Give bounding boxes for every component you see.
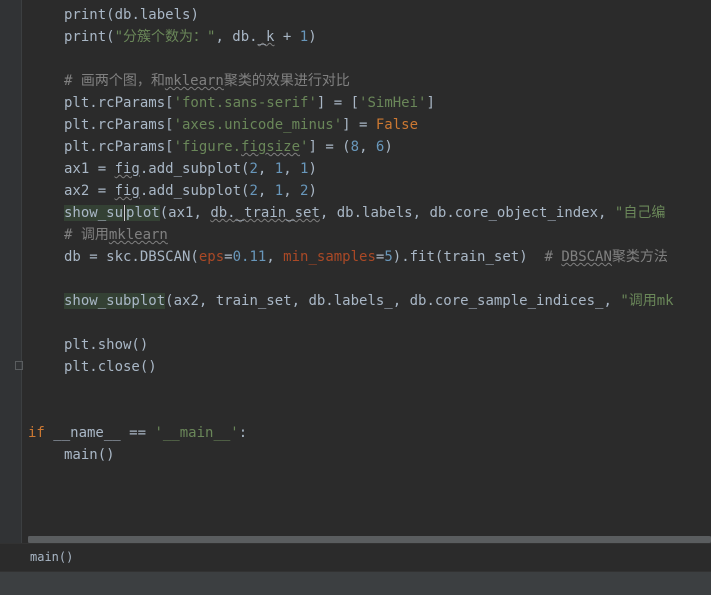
- number-literal: 1: [299, 29, 309, 45]
- code-comment: # 画两个图，和mklearn聚类的效果进行对比: [64, 70, 350, 92]
- number-literal: 2: [249, 183, 258, 199]
- comment-token: mklearn: [108, 227, 168, 243]
- number-literal: 1: [274, 183, 284, 199]
- string-literal: "分簇个数为：": [114, 29, 216, 45]
- code-token: (db.labels): [106, 7, 199, 23]
- code-line: plt.show(): [64, 337, 149, 353]
- string-literal: 'font.sans-serif': [173, 95, 317, 111]
- code-line: if __name__ == '__main__':: [28, 422, 247, 444]
- string-literal: 'SimHei': [359, 95, 427, 111]
- code-token: ,: [257, 183, 275, 199]
- code-token: __name__ ==: [44, 425, 155, 441]
- code-token: show_su: [64, 205, 124, 221]
- parameter-name: min_samples: [283, 249, 376, 265]
- comment-token: 聚类的效果进行对比: [223, 73, 350, 89]
- text-cursor: [124, 205, 126, 221]
- code-token: (: [106, 29, 115, 45]
- code-token: ,: [266, 249, 284, 265]
- number-literal: 2: [249, 161, 258, 177]
- code-token: print: [64, 7, 107, 23]
- code-line: ax1 = fig.add_subplot(2, 1, 1): [64, 158, 317, 180]
- code-token: ,: [283, 183, 301, 199]
- parameter-name: eps: [198, 249, 225, 265]
- breadcrumb-bar: main(): [0, 543, 711, 572]
- code-token: +: [274, 29, 300, 45]
- code-token: :: [238, 425, 248, 441]
- comment-token: DBSCAN: [561, 249, 612, 265]
- code-token: show_subplot: [64, 293, 166, 309]
- code-token: ).fit(train_set): [392, 249, 545, 265]
- code-token: plt.rcParams[: [64, 95, 174, 111]
- code-token: ] = [: [316, 95, 360, 111]
- code-token: ]: [426, 95, 435, 111]
- code-token: ): [308, 29, 317, 45]
- status-bar: [0, 571, 711, 595]
- code-editor[interactable]: print(db.labels) print("分簇个数为：", db._k +…: [22, 0, 711, 543]
- code-token: ] =: [342, 117, 376, 133]
- string-literal: figsize: [241, 139, 301, 155]
- code-token: ,: [257, 161, 275, 177]
- code-token: ax2 =: [64, 183, 115, 199]
- code-token: _k: [257, 29, 275, 45]
- code-comment: # 调用mklearn: [64, 224, 168, 246]
- code-token: ax1 =: [64, 161, 115, 177]
- number-literal: 5: [384, 249, 393, 265]
- code-token: =: [224, 249, 233, 265]
- scrollbar-thumb[interactable]: [28, 536, 711, 543]
- code-token: (ax2, train_set, db.labels_, db.core_sam…: [165, 293, 621, 309]
- code-line: plt.close(): [64, 359, 157, 375]
- code-token: ,: [359, 139, 376, 155]
- code-line-current: show_su plot(ax1, db._train_set, db.label…: [64, 202, 665, 224]
- comment-token: # 调用: [64, 227, 109, 243]
- code-token: , db.: [215, 29, 258, 45]
- code-token: .add_subplot(: [139, 161, 250, 177]
- code-token: db._train_set: [210, 205, 320, 221]
- code-token: ): [384, 139, 393, 155]
- string-literal: "自己编: [614, 205, 666, 221]
- code-line: print("分簇个数为：", db._k + 1): [64, 26, 317, 48]
- number-literal: 0.11: [232, 249, 267, 265]
- code-token: plt.rcParams[: [64, 139, 174, 155]
- code-token: ): [308, 161, 317, 177]
- code-line: plt.rcParams['font.sans-serif'] = ['SimH…: [64, 92, 435, 114]
- code-line: db = skc.DBSCAN(eps=0.11, min_samples=5)…: [64, 246, 668, 268]
- breadcrumb[interactable]: main(): [30, 550, 73, 564]
- code-token: print: [64, 29, 107, 45]
- code-token: , db.labels, db.core_object_index,: [319, 205, 615, 221]
- code-token: (ax1,: [159, 205, 211, 221]
- code-token: .add_subplot(: [139, 183, 250, 199]
- line-gutter[interactable]: [0, 0, 23, 543]
- code-line: ax2 = fig.add_subplot(2, 1, 2): [64, 180, 317, 202]
- comment-token: # 画两个图，和: [64, 73, 165, 89]
- comment-token: #: [544, 249, 562, 265]
- code-token: ] = (: [308, 139, 351, 155]
- code-line: print(db.labels): [64, 4, 199, 26]
- code-token: fig: [114, 161, 140, 177]
- code-token: plot: [126, 205, 160, 221]
- code-line: main(): [64, 447, 115, 463]
- code-line: plt.rcParams['axes.unicode_minus'] = Fal…: [64, 114, 418, 136]
- code-token: ,: [283, 161, 301, 177]
- string-literal: 'axes.unicode_minus': [173, 117, 343, 133]
- code-line: plt.rcParams['figure.figsize'] = (8, 6): [64, 136, 393, 158]
- string-literal: '__main__': [154, 425, 239, 441]
- comment-token: 聚类方法: [611, 249, 668, 265]
- horizontal-scrollbar[interactable]: [28, 536, 711, 543]
- comment-token: mklearn: [164, 73, 224, 89]
- number-literal: 8: [350, 139, 360, 155]
- code-token: db = skc.DBSCAN(: [64, 249, 199, 265]
- code-token: ): [308, 183, 317, 199]
- code-line: show_subplot(ax2, train_set, db.labels_,…: [64, 290, 674, 312]
- keyword: if: [28, 425, 45, 441]
- string-literal: "调用mk: [620, 293, 674, 309]
- code-token: fig: [114, 183, 140, 199]
- code-token: plt.rcParams[: [64, 117, 174, 133]
- number-literal: 1: [274, 161, 284, 177]
- string-literal: 'figure.: [173, 139, 242, 155]
- keyword: False: [375, 117, 419, 133]
